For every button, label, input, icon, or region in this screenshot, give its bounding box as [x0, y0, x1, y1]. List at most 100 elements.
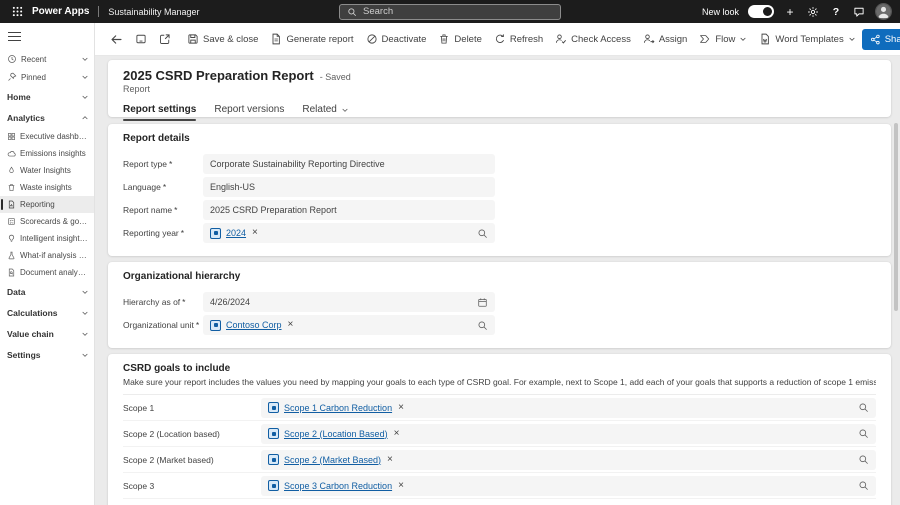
remove-value-icon[interactable]: × [394, 428, 400, 439]
sidebar-item-intelligent-insights[interactable]: Intelligent insights (p... [0, 230, 94, 247]
section-heading: Report details [123, 133, 190, 144]
save-and-close-button[interactable]: Save & close [181, 27, 264, 51]
app-window: Power Apps Sustainability Manager Search… [0, 0, 900, 505]
chevron-down-icon [81, 351, 89, 359]
field-row-organizational-unit: Organizational unit * Contoso Corp × [123, 315, 876, 335]
report-name-field[interactable]: 2025 CSRD Preparation Report [203, 200, 495, 220]
sidebar-item-reporting[interactable]: Reporting [0, 196, 94, 213]
field-label: Reporting year [123, 228, 179, 238]
scope-1-lookup-field[interactable]: Scope 1 Carbon Reduction × [261, 397, 876, 418]
global-search-input[interactable]: Search [339, 3, 561, 20]
required-marker: * [162, 182, 167, 192]
sidebar-group-settings[interactable]: Settings [0, 344, 94, 365]
app-name[interactable]: Power Apps [32, 6, 89, 17]
dashboard-icon [7, 132, 16, 141]
delete-button[interactable]: Delete [432, 27, 487, 51]
reporting-year-lookup-field[interactable]: 2024 × [203, 223, 495, 243]
sidebar-item-pinned[interactable]: Pinned [0, 68, 94, 86]
command-label: Flow [715, 33, 736, 45]
chevron-down-icon [81, 330, 89, 338]
lookup-search-icon[interactable] [858, 480, 869, 491]
refresh-button[interactable]: Refresh [488, 27, 549, 51]
sidebar-item-waste-insights[interactable]: Waste insights [0, 179, 94, 196]
lookup-record-link[interactable]: Scope 1 Carbon Reduction [284, 403, 392, 413]
form-view-button[interactable] [129, 27, 153, 51]
lookup-record-icon [210, 227, 221, 239]
tab-report-versions[interactable]: Report versions [214, 98, 284, 121]
calendar-icon[interactable] [477, 297, 488, 308]
required-marker: * [180, 228, 185, 238]
new-look-label: New look [701, 6, 739, 17]
lookup-record-link[interactable]: 2024 [226, 228, 246, 238]
remove-value-icon[interactable]: × [252, 228, 258, 238]
organizational-unit-lookup-field[interactable]: Contoso Corp × [203, 315, 495, 335]
command-bar: Save & close Generate report Deactivate … [95, 23, 900, 56]
sidebar-group-calculations[interactable]: Calculations [0, 302, 94, 323]
scope-3-lookup-field[interactable]: Scope 3 Carbon Reduction × [261, 475, 876, 496]
lookup-search-icon[interactable] [858, 402, 869, 413]
sidebar-item-label: Waste insights [20, 183, 72, 192]
field-row-reporting-year: Reporting year * 2024 × [123, 223, 876, 243]
remove-value-icon[interactable]: × [387, 454, 393, 465]
sidebar-item-water-insights[interactable]: Water Insights [0, 162, 94, 179]
remove-value-icon[interactable]: × [398, 480, 404, 491]
sidebar-group-label: Value chain [7, 328, 54, 339]
hamburger-menu-icon[interactable] [8, 32, 21, 41]
popout-record-button[interactable] [153, 27, 177, 51]
settings-gear-icon[interactable] [806, 4, 820, 20]
environment-name[interactable]: Sustainability Manager [108, 7, 199, 17]
lightbulb-icon [7, 234, 16, 243]
check-access-button[interactable]: Check Access [549, 27, 637, 51]
lookup-search-icon[interactable] [477, 228, 488, 239]
sidebar-item-document-analysis[interactable]: Document analysis (... [0, 264, 94, 281]
hierarchy-date-field[interactable]: 4/26/2024 [203, 292, 495, 312]
generate-report-button[interactable]: Generate report [264, 27, 359, 51]
lookup-record-link[interactable]: Contoso Corp [226, 320, 282, 330]
lookup-record-link[interactable]: Scope 2 (Market Based) [284, 455, 381, 465]
help-icon[interactable]: ? [829, 4, 843, 20]
new-look-toggle[interactable] [748, 5, 774, 18]
chevron-down-icon [81, 55, 89, 63]
sidebar-item-emissions-insights[interactable]: Emissions insights [0, 145, 94, 162]
waffle-icon[interactable] [8, 4, 26, 20]
vertical-scrollbar-thumb[interactable] [894, 123, 898, 311]
lookup-search-icon[interactable] [858, 428, 869, 439]
tab-related[interactable]: Related [302, 98, 348, 121]
sidebar-group-home[interactable]: Home [0, 86, 94, 107]
remove-value-icon[interactable]: × [398, 402, 404, 413]
lookup-record-link[interactable]: Scope 2 (Location Based) [284, 429, 388, 439]
sidebar-group-data[interactable]: Data [0, 281, 94, 302]
scope-2-location-lookup-field[interactable]: Scope 2 (Location Based) × [261, 423, 876, 444]
site-map-nav: Recent Pinned Home Analytics Executive d… [0, 23, 95, 505]
deactivate-button[interactable]: Deactivate [360, 27, 433, 51]
field-row-report-name: Report name * 2025 CSRD Preparation Repor… [123, 200, 876, 220]
sidebar-item-label: Intelligent insights (p... [20, 234, 89, 243]
tab-report-settings[interactable]: Report settings [123, 98, 197, 121]
user-avatar[interactable] [875, 3, 892, 20]
sidebar-group-value-chain[interactable]: Value chain [0, 323, 94, 344]
lookup-search-icon[interactable] [858, 454, 869, 465]
flow-menu-button[interactable]: Flow [693, 27, 753, 51]
assign-button[interactable]: Assign [637, 27, 694, 51]
lookup-search-icon[interactable] [477, 320, 488, 331]
lookup-record-link[interactable]: Scope 3 Carbon Reduction [284, 481, 392, 491]
report-type-field[interactable]: Corporate Sustainability Reporting Direc… [203, 154, 495, 174]
language-field[interactable]: English-US [203, 177, 495, 197]
sidebar-item-executive-dashboard[interactable]: Executive dashboard [0, 128, 94, 145]
sidebar-item-what-if-analysis[interactable]: What-if analysis (pre... [0, 247, 94, 264]
feedback-icon[interactable] [852, 4, 866, 20]
field-row-hierarchy-as-of: Hierarchy as of * 4/26/2024 [123, 292, 876, 312]
scope-2-market-lookup-field[interactable]: Scope 2 (Market Based) × [261, 449, 876, 470]
sidebar-item-recent[interactable]: Recent [0, 50, 94, 68]
save-icon [188, 34, 198, 44]
command-label: Refresh [509, 33, 544, 45]
remove-value-icon[interactable]: × [288, 320, 294, 330]
share-button[interactable]: Share [861, 28, 900, 50]
back-button[interactable] [104, 27, 129, 51]
sidebar-group-analytics[interactable]: Analytics [0, 107, 94, 128]
word-templates-menu-button[interactable]: Word Templates [753, 27, 861, 51]
back-arrow-icon [111, 34, 122, 44]
add-icon[interactable]: + [783, 4, 797, 20]
sidebar-item-scorecards-goals[interactable]: Scorecards & goals [0, 213, 94, 230]
word-template-icon [761, 33, 770, 45]
